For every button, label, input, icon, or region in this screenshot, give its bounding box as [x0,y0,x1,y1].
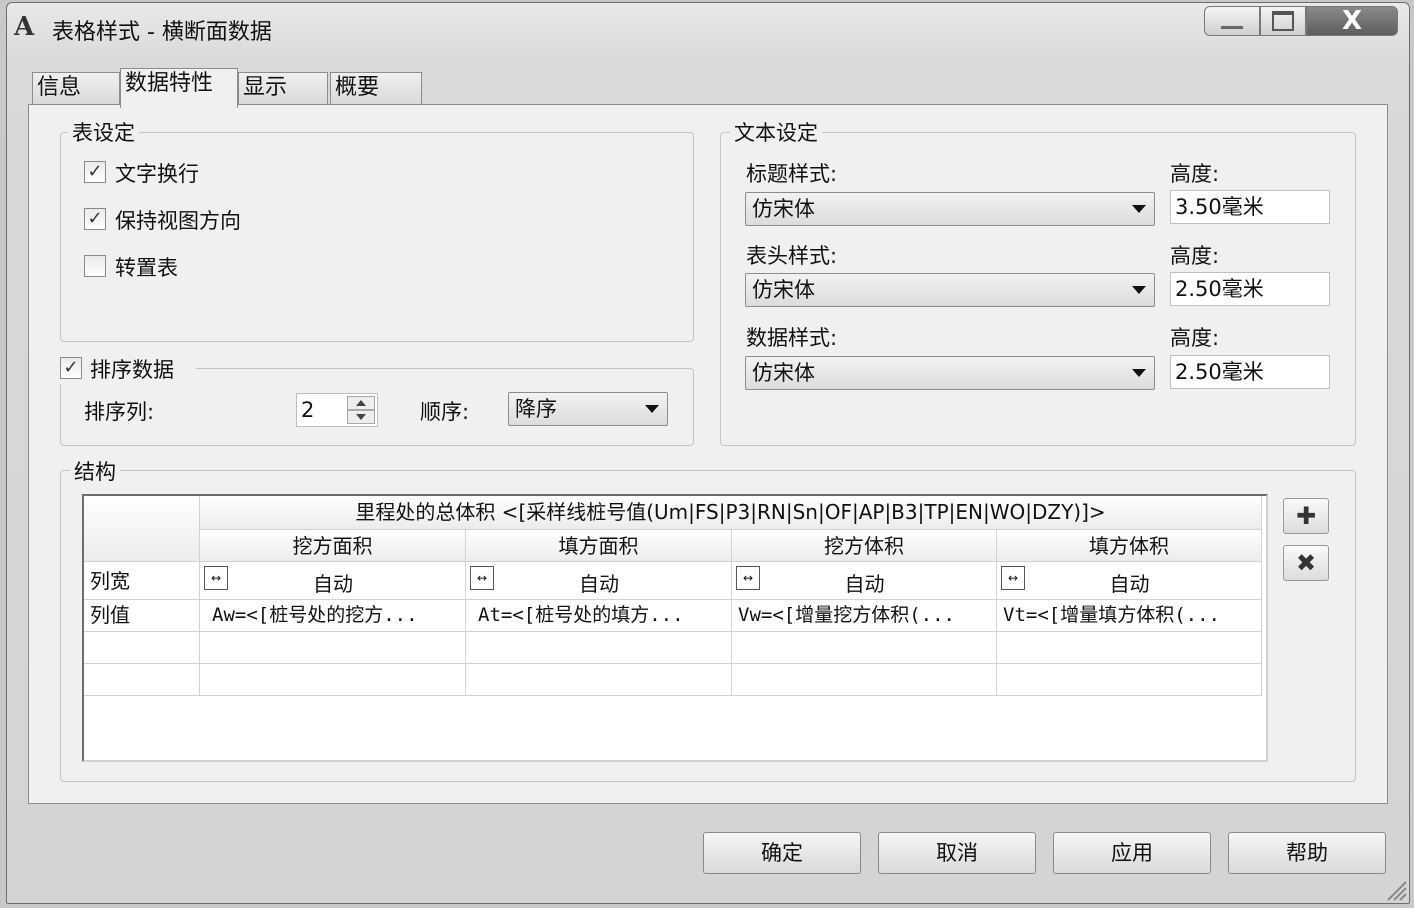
dropdown-arrow-icon [645,405,659,413]
title-style-label: 标题样式: [746,162,838,186]
text-settings-label: 文本设定 [730,117,822,147]
title-height-input[interactable]: 3.50毫米 [1170,190,1330,224]
sort-order-value: 降序 [515,397,557,421]
column-header[interactable]: 填方面积 [466,530,732,562]
grid-title-row[interactable]: 里程处的总体积 <[采样线桩号值(Um|FS|P3|RN|Sn|OF|AP|B3… [200,496,1262,530]
keep-view-direction-label: 保持视图方向 [115,209,241,233]
transpose-table-label: 转置表 [115,256,178,280]
column-width-value: 自动 [579,572,619,596]
column-value-cell[interactable]: At=<[桩号处的填方... [466,600,732,632]
empty-cell [84,632,200,664]
ok-button[interactable]: 确定 [703,832,861,874]
data-height-input[interactable]: 2.50毫米 [1170,355,1330,389]
column-value-cell[interactable]: Vw=<[增量挖方体积(... [732,600,997,632]
minimize-button[interactable] [1204,6,1260,36]
dropdown-arrow-icon [1132,205,1146,213]
window-title: 表格样式 - 横断面数据 [52,20,272,45]
resize-grip-icon[interactable] [1380,874,1408,902]
column-width-cell[interactable]: ↔ 自动 [732,562,997,600]
row-label-value: 列值 [84,600,200,632]
structure-grid[interactable]: 里程处的总体积 <[采样线桩号值(Um|FS|P3|RN|Sn|OF|AP|B3… [82,494,1268,762]
table-settings-label: 表设定 [68,117,139,147]
title-style-dropdown[interactable]: 仿宋体 [745,192,1155,226]
sort-data-checkbox[interactable]: ✓ [60,357,82,379]
data-style-label: 数据样式: [746,326,838,350]
app-icon: A [14,12,35,42]
sort-column-spinner[interactable]: 2 [296,393,378,427]
maximize-button[interactable] [1260,6,1306,36]
data-height-label: 高度: [1170,326,1220,350]
chevron-down-icon [356,414,366,420]
header-style-value: 仿宋体 [752,278,815,302]
apply-button[interactable]: 应用 [1053,832,1211,874]
help-button[interactable]: 帮助 [1228,832,1386,874]
structure-label: 结构 [70,456,120,486]
add-column-button[interactable]: ✚ [1283,498,1329,534]
column-width-cell[interactable]: ↔ 自动 [997,562,1262,600]
empty-cell [997,664,1262,696]
empty-cell [466,632,732,664]
cancel-button[interactable]: 取消 [878,832,1036,874]
empty-cell [200,632,466,664]
spinner-up-button[interactable] [347,396,375,410]
grid-corner-cell [84,496,200,562]
sort-column-value: 2 [301,398,315,422]
data-style-dropdown[interactable]: 仿宋体 [745,356,1155,390]
plus-icon: ✚ [1295,502,1317,530]
column-width-cell[interactable]: ↔ 自动 [200,562,466,600]
close-icon: X [1341,6,1363,36]
empty-cell [732,664,997,696]
word-wrap-checkbox[interactable]: ✓ [84,161,106,183]
empty-cell [200,664,466,696]
maximize-icon [1272,11,1294,31]
title-height-label: 高度: [1170,162,1220,186]
data-style-value: 仿宋体 [752,361,815,385]
column-width-value: 自动 [1109,572,1150,596]
minimize-icon [1221,25,1243,29]
empty-cell [732,632,997,664]
sort-column-label: 排序列: [84,400,155,424]
empty-cell [84,664,200,696]
column-value-cell[interactable]: Vt=<[增量填方体积(... [997,600,1262,632]
sort-order-dropdown[interactable]: 降序 [508,392,668,426]
column-width-cell[interactable]: ↔ 自动 [466,562,732,600]
word-wrap-label: 文字换行 [115,162,199,186]
x-icon: ✖ [1295,549,1317,577]
row-label-width: 列宽 [84,562,200,600]
column-width-value: 自动 [313,572,353,596]
column-width-value: 自动 [844,572,885,596]
header-style-dropdown[interactable]: 仿宋体 [745,273,1155,307]
title-style-value: 仿宋体 [752,197,815,221]
chevron-up-icon [356,400,366,406]
header-height-input[interactable]: 2.50毫米 [1170,272,1330,306]
column-header[interactable]: 挖方面积 [200,530,466,562]
header-height-label: 高度: [1170,244,1220,268]
close-button[interactable]: X [1306,6,1398,36]
column-header[interactable]: 挖方体积 [732,530,997,562]
tab-info[interactable]: 信息 [32,72,120,106]
empty-cell [466,664,732,696]
tab-data-properties[interactable]: 数据特性 [120,68,238,108]
sort-data-label: 排序数据 [90,358,174,382]
transpose-table-checkbox[interactable] [84,255,106,277]
header-style-label: 表头样式: [746,244,838,268]
sort-order-label: 顺序: [420,400,470,424]
tab-summary[interactable]: 概要 [330,72,422,106]
column-value-cell[interactable]: Aw=<[桩号处的挖方... [200,600,466,632]
tab-display[interactable]: 显示 [238,72,328,106]
empty-cell [997,632,1262,664]
column-header[interactable]: 填方体积 [997,530,1262,562]
spinner-down-button[interactable] [347,410,375,424]
dropdown-arrow-icon [1132,286,1146,294]
dropdown-arrow-icon [1132,369,1146,377]
keep-view-direction-checkbox[interactable]: ✓ [84,208,106,230]
delete-column-button[interactable]: ✖ [1283,545,1329,581]
